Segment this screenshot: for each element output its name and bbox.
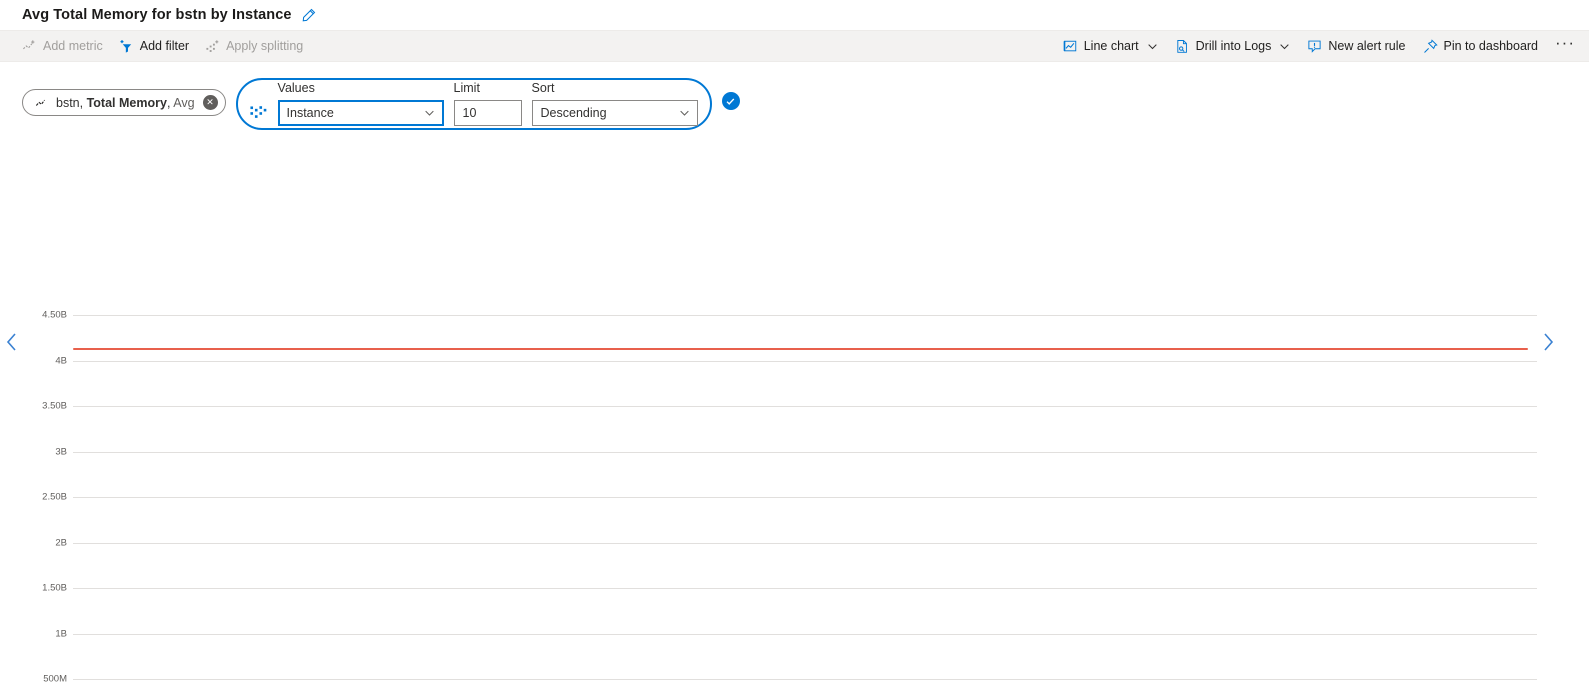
series-line-vm000001[interactable] <box>73 347 1528 351</box>
sort-select[interactable]: Descending <box>531 99 698 126</box>
gridline <box>73 451 1537 453</box>
metric-pill-metric: Total Memory <box>86 95 167 110</box>
y-axis-tick-label: 2.50B <box>42 491 67 503</box>
values-select-value: Instance <box>286 105 334 120</box>
more-options-button[interactable]: ··· <box>1555 33 1575 59</box>
limit-field: Limit 10 <box>453 80 522 126</box>
line-chart-icon <box>35 96 49 110</box>
chevron-down-icon <box>1279 41 1290 52</box>
pin-icon <box>1423 38 1438 54</box>
chevron-down-icon <box>424 107 435 118</box>
new-alert-rule-button[interactable]: New alert rule <box>1307 38 1406 54</box>
apply-splitting-label: Apply splitting <box>226 38 304 53</box>
sort-field: Sort Descending <box>531 80 698 126</box>
y-axis-tick-label: 1.50B <box>42 582 67 594</box>
y-axis-tick-label: 2B <box>55 537 67 549</box>
metric-pill-label: bstn, Total Memory, Avg <box>56 96 195 110</box>
gridline <box>73 633 1537 635</box>
chevron-down-icon <box>1147 41 1158 52</box>
gridline <box>73 360 1537 362</box>
gridline <box>73 406 1537 408</box>
check-icon <box>726 97 735 105</box>
y-axis-tick-label: 3.50B <box>42 400 67 412</box>
add-filter-icon <box>119 39 134 54</box>
chart-header: Avg Total Memory for bstn by Instance <box>0 0 1589 30</box>
y-axis-tick-label: 3B <box>55 445 67 457</box>
metric-pill-aggregation: Avg <box>173 95 195 110</box>
gridline <box>73 588 1537 590</box>
gridline <box>73 315 1537 316</box>
y-axis-tick-label: 500M <box>43 673 67 685</box>
page-title: Avg Total Memory for bstn by Instance <box>22 7 292 23</box>
command-bar-left-group: Add metric Add filter Apply splitting <box>22 39 303 54</box>
drill-into-logs-icon <box>1175 39 1190 54</box>
values-select[interactable]: Instance <box>277 99 444 126</box>
metric-pill-resource: bstn <box>56 95 80 110</box>
gridline <box>73 542 1537 544</box>
add-filter-label: Add filter <box>139 38 190 53</box>
metric-pill-sep1: , <box>79 95 87 110</box>
y-axis-tick-label: 4.50B <box>42 309 67 321</box>
pin-to-dashboard-label: Pin to dashboard <box>1443 38 1539 53</box>
pencil-icon[interactable] <box>301 8 316 23</box>
y-axis-tick-label: 4B <box>55 354 67 366</box>
chevron-down-icon <box>679 107 690 118</box>
close-icon[interactable]: ✕ <box>202 95 218 110</box>
drill-into-logs-button[interactable]: Drill into Logs <box>1175 39 1291 54</box>
limit-label: Limit <box>453 80 480 95</box>
metric-pill[interactable]: bstn, Total Memory, Avg ✕ <box>22 89 226 116</box>
add-metric-label: Add metric <box>43 38 103 53</box>
add-metric-icon <box>22 39 37 54</box>
limit-input[interactable]: 10 <box>453 99 522 126</box>
splitting-panel: Values Instance Limit 10 Sort Descending <box>235 78 712 130</box>
line-chart-label: Line chart <box>1083 38 1139 53</box>
command-bar: Add metric Add filter Apply splitting Li… <box>0 30 1589 62</box>
gridline <box>73 679 1537 681</box>
pin-to-dashboard-button[interactable]: Pin to dashboard <box>1423 38 1539 54</box>
apply-splitting-confirm-button[interactable] <box>721 92 740 110</box>
new-alert-rule-icon <box>1307 39 1322 54</box>
y-axis-tick-label: 1B <box>55 628 67 640</box>
sort-label: Sort <box>531 80 555 95</box>
command-bar-right-group: Line chart Drill into Logs New alert rul… <box>1063 33 1575 59</box>
sort-select-value: Descending <box>540 105 607 120</box>
add-filter-button[interactable]: Add filter <box>119 39 189 54</box>
drill-into-logs-label: Drill into Logs <box>1195 38 1272 53</box>
gridline <box>73 497 1537 499</box>
line-chart-button[interactable]: Line chart <box>1063 39 1158 54</box>
metrics-chart: 4.50B4B3.50B3B2.50B2B1.50B1B500M0 12 PM6… <box>0 134 1589 684</box>
apply-splitting-icon <box>249 87 268 120</box>
new-alert-rule-label: New alert rule <box>1328 38 1406 53</box>
chart-plot-area[interactable]: 4.50B4B3.50B3B2.50B2B1.50B1B500M0 12 PM6… <box>0 134 1589 684</box>
filter-controls-row: bstn, Total Memory, Avg ✕ Values Instanc… <box>0 62 1589 134</box>
limit-input-value: 10 <box>462 105 477 120</box>
values-label: Values <box>277 80 315 95</box>
apply-splitting-icon <box>205 39 220 54</box>
apply-splitting-button[interactable]: Apply splitting <box>205 39 303 54</box>
line-chart-icon <box>1063 39 1078 54</box>
add-metric-button[interactable]: Add metric <box>22 39 103 54</box>
values-field: Values Instance <box>277 80 444 126</box>
